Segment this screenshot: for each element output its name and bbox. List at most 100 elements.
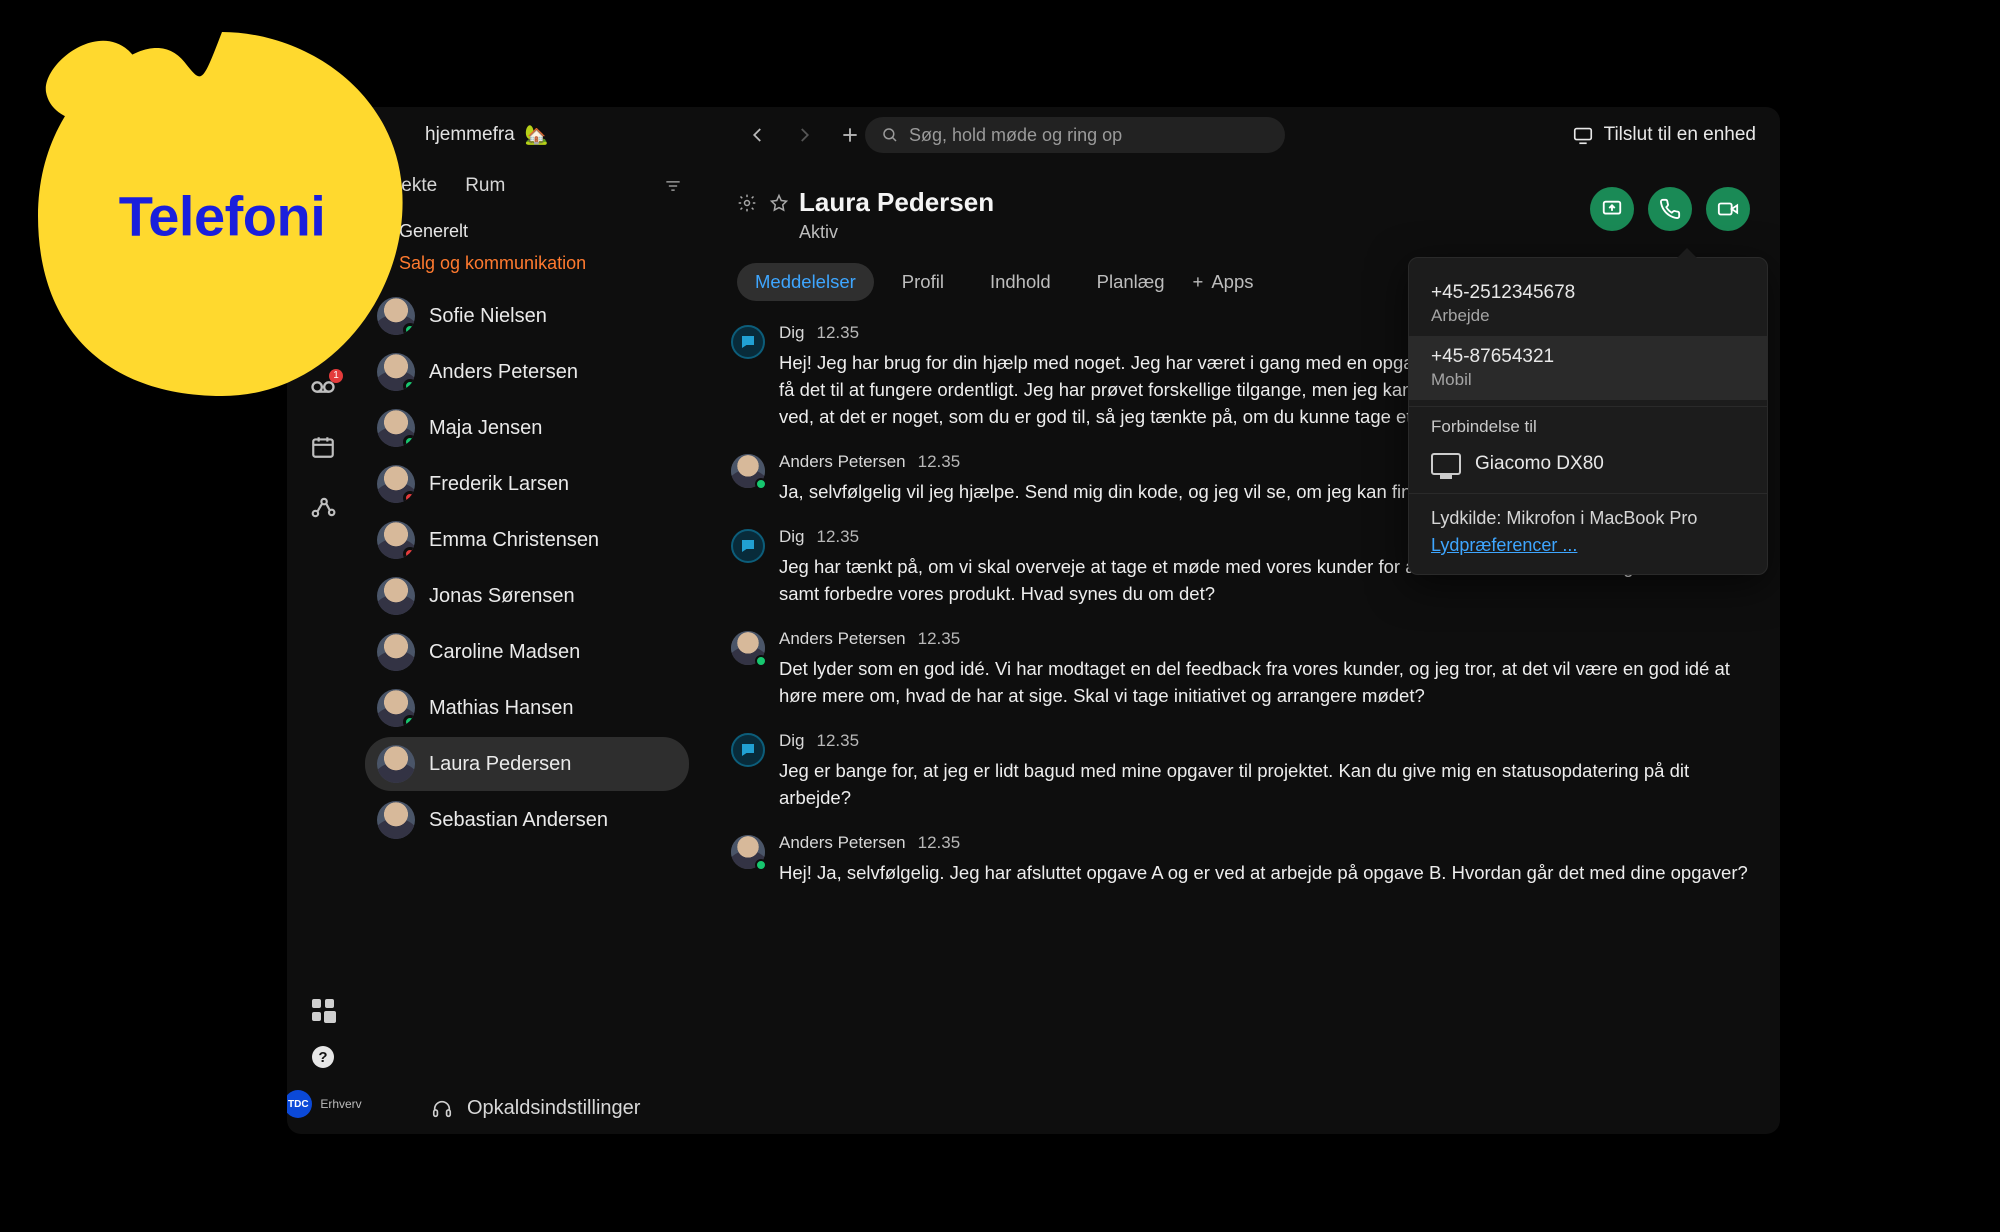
message-text: Jeg er bange for, at jeg er lidt bagud m… xyxy=(779,757,1750,811)
contact-name: Frederik Larsen xyxy=(429,473,569,496)
connect-header: Forbindelse til xyxy=(1409,406,1767,443)
self-chat-icon xyxy=(731,529,765,563)
device-icon xyxy=(1572,124,1594,146)
tdc-logo-icon: TDC xyxy=(287,1090,312,1118)
contact-item[interactable]: Mathias Hansen xyxy=(365,681,689,735)
tab-rooms[interactable]: Rum xyxy=(465,175,505,197)
video-call-button[interactable] xyxy=(1706,187,1750,231)
status-text: hjemmefra xyxy=(425,124,515,146)
message: Anders Petersen12.35Hej! Ja, selvfølgeli… xyxy=(731,833,1750,886)
message-time: 12.35 xyxy=(817,731,860,751)
network-nav-icon[interactable] xyxy=(309,493,337,521)
tab-content[interactable]: Indhold xyxy=(972,263,1069,301)
contact-item[interactable]: Jonas Sørensen xyxy=(365,569,689,623)
message-text: Det lyder som en god idé. Vi har modtage… xyxy=(779,655,1750,709)
gear-icon[interactable] xyxy=(737,193,757,213)
share-screen-button[interactable] xyxy=(1590,187,1634,231)
nav-rail-bottom: ? TDC Erhverv xyxy=(287,996,359,1118)
search-icon xyxy=(881,126,899,144)
self-chat-icon xyxy=(731,733,765,767)
contact-item[interactable]: Frederik Larsen xyxy=(365,457,689,511)
header-title-icons xyxy=(737,193,789,213)
phone-label: Mobil xyxy=(1431,370,1745,390)
message-time: 12.35 xyxy=(918,452,961,472)
call-popover: +45-2512345678 Arbejde +45-87654321 Mobi… xyxy=(1408,257,1768,575)
connect-device-button[interactable]: Tilslut til en enhed xyxy=(1572,107,1756,163)
presence-indicator xyxy=(755,655,767,667)
tab-messages[interactable]: Meddelelser xyxy=(737,263,874,301)
brand-label: Erhverv xyxy=(320,1097,361,1111)
connect-device-label: Tilslut til en enhed xyxy=(1604,124,1756,146)
telefoni-promo-badge: Telefoni xyxy=(22,16,422,416)
nav-back-button[interactable] xyxy=(746,123,770,147)
avatar xyxy=(731,835,765,869)
avatar xyxy=(731,631,765,665)
device-option[interactable]: Giacomo DX80 xyxy=(1409,443,1767,485)
contact-name: Emma Christensen xyxy=(429,529,599,552)
message-author: Dig xyxy=(779,323,805,343)
header-actions xyxy=(1590,187,1750,231)
message-author: Anders Petersen xyxy=(779,833,906,853)
add-apps-label: Apps xyxy=(1211,271,1253,293)
presence-indicator xyxy=(755,859,767,871)
search-input[interactable]: Søg, hold møde og ring op xyxy=(865,117,1285,153)
monitor-icon xyxy=(1431,453,1461,475)
tab-profile[interactable]: Profil xyxy=(884,263,962,301)
contact-item[interactable]: Laura Pedersen xyxy=(365,737,689,791)
phone-number: +45-2512345678 xyxy=(1431,282,1745,304)
presence-indicator xyxy=(403,435,415,447)
presence-indicator xyxy=(403,715,415,727)
contact-item[interactable]: Caroline Madsen xyxy=(365,625,689,679)
brand-badge[interactable]: TDC Erhverv xyxy=(287,1090,362,1118)
presence-indicator xyxy=(403,491,415,503)
message-author: Anders Petersen xyxy=(779,452,906,472)
contact-name: Jonas Sørensen xyxy=(429,585,575,608)
audio-preferences-link[interactable]: Lydpræferencer ... xyxy=(1409,529,1767,556)
device-name: Giacomo DX80 xyxy=(1475,453,1604,475)
status-emoji: 🏡 xyxy=(525,123,549,147)
add-apps-button[interactable]: + Apps xyxy=(1193,271,1254,293)
contact-item[interactable]: Sebastian Andersen xyxy=(365,793,689,847)
contact-name: Maja Jensen xyxy=(429,417,542,440)
contact-name: Sofie Nielsen xyxy=(429,305,547,328)
message-author: Anders Petersen xyxy=(779,629,906,649)
app-window: hjemmefra 🏡 Søg, hold møde og ring op xyxy=(287,107,1780,1134)
filter-icon[interactable] xyxy=(663,176,683,196)
headset-icon xyxy=(431,1098,453,1120)
message-time: 12.35 xyxy=(817,527,860,547)
favorite-star-icon[interactable] xyxy=(769,193,789,213)
avatar xyxy=(377,745,415,783)
phone-number: +45-87654321 xyxy=(1431,346,1745,368)
contact-name: Caroline Madsen xyxy=(429,641,580,664)
top-bar: hjemmefra 🏡 Søg, hold møde og ring op xyxy=(287,107,1780,163)
contact-name: Sebastian Andersen xyxy=(429,809,608,832)
apps-grid-icon[interactable] xyxy=(309,996,337,1024)
search-placeholder: Søg, hold møde og ring op xyxy=(909,125,1122,146)
message-author: Dig xyxy=(779,731,805,751)
telefoni-label: Telefoni xyxy=(22,184,422,249)
calendar-nav-icon[interactable] xyxy=(309,433,337,461)
avatar xyxy=(377,801,415,839)
contact-name: Mathias Hansen xyxy=(429,697,574,720)
contact-name: Anders Petersen xyxy=(429,361,578,384)
conversation-header: Laura Pedersen Aktiv xyxy=(707,163,1780,249)
avatar xyxy=(377,577,415,615)
self-chat-icon xyxy=(731,325,765,359)
new-item-button[interactable] xyxy=(838,123,862,147)
phone-number-option[interactable]: +45-2512345678 Arbejde xyxy=(1409,272,1767,336)
tab-schedule[interactable]: Planlæg xyxy=(1079,263,1183,301)
contact-item[interactable]: Emma Christensen xyxy=(365,513,689,567)
user-status[interactable]: hjemmefra 🏡 xyxy=(425,107,548,163)
message-time: 12.35 xyxy=(817,323,860,343)
avatar xyxy=(377,633,415,671)
call-settings-button[interactable]: Opkaldsindstillinger xyxy=(431,1097,640,1120)
audio-call-button[interactable] xyxy=(1648,187,1692,231)
avatar xyxy=(377,465,415,503)
message: Dig 12.35 Jeg er bange for, at jeg er lidt… xyxy=(731,731,1750,811)
history-nav xyxy=(746,107,862,163)
plus-icon: + xyxy=(1193,271,1204,293)
avatar xyxy=(377,689,415,727)
help-icon[interactable]: ? xyxy=(312,1046,334,1068)
phone-number-option[interactable]: +45-87654321 Mobil xyxy=(1409,336,1767,400)
nav-forward-button[interactable] xyxy=(792,123,816,147)
